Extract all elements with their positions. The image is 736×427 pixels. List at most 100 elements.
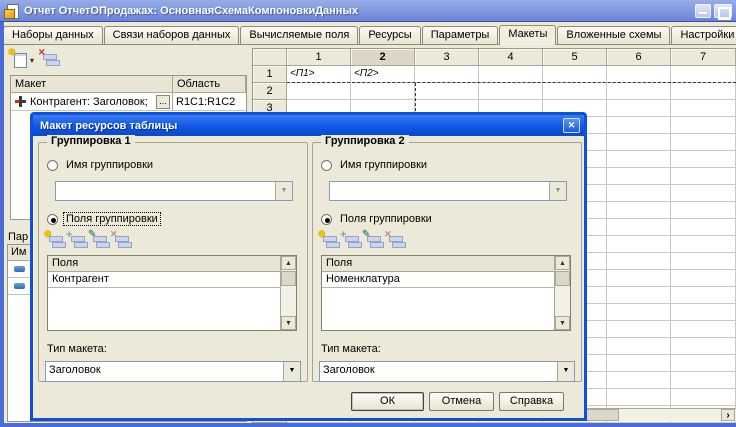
grid-cell-r19c7[interactable] (671, 372, 736, 389)
grid-cell-r3c6[interactable] (607, 100, 671, 117)
grid-cell-r2c4[interactable] (479, 83, 543, 100)
grid-cell-r4c7[interactable] (671, 117, 736, 134)
help-button[interactable]: Справка (499, 392, 564, 411)
template-type-combobox[interactable]: Заголовок ▼ (45, 361, 301, 382)
grid-cell-r17c7[interactable] (671, 338, 736, 355)
add-field-button[interactable]: ✱ (44, 229, 66, 249)
tab-вычисляемые-поля[interactable]: Вычисляемые поля (240, 26, 359, 44)
tab-параметры[interactable]: Параметры (421, 26, 499, 44)
grid-cell-r1c6[interactable] (607, 66, 671, 83)
grid-column-header-7[interactable]: 7 (671, 49, 736, 66)
grid-cell-r1c2[interactable]: <П2> (351, 66, 415, 83)
grid-cell-r12c6[interactable] (607, 253, 671, 270)
field-item[interactable]: Номенклатура (322, 272, 554, 288)
grid-cell-r5c6[interactable] (607, 134, 671, 151)
grid-cell-r13c6[interactable] (607, 270, 671, 287)
grid-cell-r10c7[interactable] (671, 219, 736, 236)
grouping-fields-option[interactable]: Поля группировки (47, 212, 161, 226)
grid-cell-r8c7[interactable] (671, 185, 736, 202)
radio-fields-label[interactable]: Поля группировки (338, 213, 434, 225)
fields-list-header[interactable]: Поля (322, 256, 554, 272)
minimize-button[interactable] (695, 3, 711, 18)
template-name-cell[interactable]: Контрагент: Заголовок; ... (11, 93, 173, 110)
grouping-name-option[interactable]: Имя группировки (47, 159, 155, 171)
grouping-fields-option[interactable]: Поля группировки (321, 213, 434, 225)
grid-cell-r20c6[interactable] (607, 389, 671, 406)
add-auto-field-button[interactable]: + (340, 229, 362, 249)
dropdown-arrow-icon[interactable]: ▼ (283, 362, 300, 381)
template-type-combobox[interactable]: Заголовок ▼ (319, 361, 575, 382)
radio-name[interactable] (47, 159, 58, 171)
grid-cell-r18c6[interactable] (607, 355, 671, 372)
ok-button[interactable]: ОК (351, 392, 424, 411)
grid-cell-r12c7[interactable] (671, 253, 736, 270)
column-header-area[interactable]: Область (173, 76, 246, 92)
fields-list-scrollbar[interactable]: ▲ ▼ (280, 256, 296, 330)
grid-cell-r8c6[interactable] (607, 185, 671, 202)
grid-cell-r18c7[interactable] (671, 355, 736, 372)
scroll-right-button[interactable]: › (721, 409, 735, 421)
tab-настройки[interactable]: Настройки (671, 26, 736, 44)
grid-cell-r2c5[interactable] (543, 83, 607, 100)
scroll-down-button[interactable]: ▼ (281, 316, 296, 330)
grid-cell-r13c7[interactable] (671, 270, 736, 287)
grid-cell-r1c3[interactable] (415, 66, 479, 83)
cancel-button[interactable]: Отмена (429, 392, 494, 411)
template-area-cell[interactable]: R1C1:R1C2 (173, 95, 246, 109)
tab-макеты[interactable]: Макеты (499, 25, 557, 45)
edit-field-button[interactable]: ✎ (88, 229, 110, 249)
grid-cell-r6c7[interactable] (671, 151, 736, 168)
grid-cell-r2c6[interactable] (607, 83, 671, 100)
dialog-close-button[interactable]: ✕ (563, 118, 580, 133)
grouping-name-combobox[interactable]: ▼ (329, 181, 567, 201)
column-header-template[interactable]: Макет (11, 76, 173, 92)
tab-связи-наборов-данных[interactable]: Связи наборов данных (103, 26, 240, 44)
grouping-name-option[interactable]: Имя группировки (321, 159, 429, 171)
grid-cell-r1c4[interactable] (479, 66, 543, 83)
add-auto-field-button[interactable]: + (66, 229, 88, 249)
grid-cell-r9c7[interactable] (671, 202, 736, 219)
grid-cell-r2c7[interactable] (671, 83, 736, 100)
delete-field-button[interactable]: ✕ (110, 229, 132, 249)
grid-cell-r17c6[interactable] (607, 338, 671, 355)
grid-cell-r16c7[interactable] (671, 321, 736, 338)
add-field-button[interactable]: ✱ (318, 229, 340, 249)
grid-cell-r1c5[interactable] (543, 66, 607, 83)
grid-cell-r11c6[interactable] (607, 236, 671, 253)
scroll-down-button[interactable]: ▼ (555, 316, 570, 330)
grid-cell-r10c6[interactable] (607, 219, 671, 236)
grid-cell-r15c6[interactable] (607, 304, 671, 321)
grid-cell-r1c7[interactable] (671, 66, 736, 83)
radio-name[interactable] (321, 159, 332, 171)
grid-column-header-1[interactable]: 1 (287, 49, 351, 66)
grid-cell-r7c7[interactable] (671, 168, 736, 185)
dropdown-arrow-icon[interactable]: ▼ (549, 182, 566, 200)
maximize-button[interactable] (714, 3, 732, 20)
radio-name-label[interactable]: Имя группировки (64, 159, 155, 171)
tab-вложенные-схемы[interactable]: Вложенные схемы (557, 26, 671, 44)
add-template-button[interactable]: ✱ (8, 47, 28, 68)
grid-cell-r20c7[interactable] (671, 389, 736, 406)
grid-column-header-5[interactable]: 5 (543, 49, 607, 66)
fields-list-header[interactable]: Поля (48, 256, 280, 272)
delete-field-button[interactable]: ✕ (384, 229, 406, 249)
grid-row-header-1[interactable]: 1 (253, 66, 287, 83)
tab-наборы-данных[interactable]: Наборы данных (3, 26, 103, 44)
grid-cell-r5c7[interactable] (671, 134, 736, 151)
grid-cell-r14c7[interactable] (671, 287, 736, 304)
tab-ресурсы[interactable]: Ресурсы (359, 26, 421, 44)
edit-field-button[interactable]: ✎ (362, 229, 384, 249)
scroll-up-button[interactable]: ▲ (555, 256, 570, 270)
radio-fields-label[interactable]: Поля группировки (63, 212, 161, 226)
grid-cell-r14c6[interactable] (607, 287, 671, 304)
radio-fields[interactable] (321, 213, 332, 225)
delete-template-button[interactable]: ✕ (38, 47, 61, 67)
grid-cell-r2c3[interactable] (415, 83, 479, 100)
template-row[interactable]: Контрагент: Заголовок; ... R1C1:R1C2 (11, 93, 246, 111)
dropdown-arrow-icon[interactable]: ▼ (275, 182, 292, 200)
scrollbar-thumb[interactable] (555, 271, 570, 286)
grid-cell-r3c7[interactable] (671, 100, 736, 117)
scroll-up-button[interactable]: ▲ (281, 256, 296, 270)
fields-list-scrollbar[interactable]: ▲ ▼ (554, 256, 570, 330)
grid-cell-r6c6[interactable] (607, 151, 671, 168)
